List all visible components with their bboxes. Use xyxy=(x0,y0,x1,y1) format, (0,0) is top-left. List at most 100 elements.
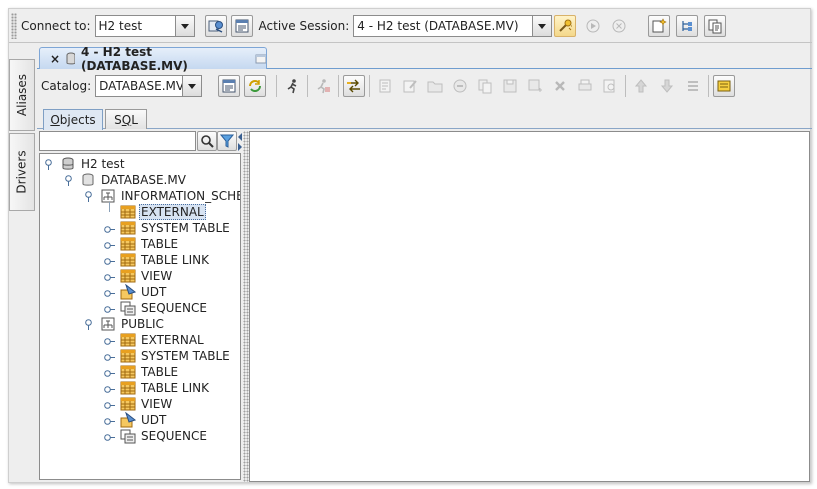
tree-node-object-type[interactable]: UDT xyxy=(120,284,168,300)
tree-node-object-type[interactable]: UDT xyxy=(120,412,168,428)
tree-node-object-type[interactable]: SYSTEM TABLE xyxy=(120,348,232,364)
chevron-down-icon[interactable] xyxy=(182,76,202,96)
commit-mode-button[interactable] xyxy=(343,75,366,97)
tree-collapsed-handle[interactable] xyxy=(104,335,115,345)
tree-node-label: H2 test xyxy=(81,157,125,171)
object-search-input[interactable] xyxy=(39,131,196,151)
tree-node-object-type[interactable]: EXTERNAL xyxy=(120,204,206,220)
cascade-windows-button[interactable] xyxy=(704,14,727,37)
tree-expanded-handle[interactable] xyxy=(64,175,73,186)
open-file-button[interactable] xyxy=(449,75,471,97)
delete-button[interactable] xyxy=(549,75,571,97)
runner-icon xyxy=(287,79,297,94)
print-button[interactable] xyxy=(574,75,596,97)
connect-to-combo[interactable]: H2 test xyxy=(94,14,195,37)
tree-collapsed-handle[interactable] xyxy=(104,223,115,233)
new-window-button[interactable] xyxy=(648,14,671,37)
application-window: Connect to: H2 test Active Session: 4 - … xyxy=(8,8,812,484)
tree-node-object-type[interactable]: VIEW xyxy=(120,268,174,284)
tree-collapsed-handle[interactable] xyxy=(104,271,115,281)
tree-expanded-handle[interactable] xyxy=(84,191,93,202)
udt-icon xyxy=(120,284,136,300)
tree-node-catalog[interactable]: DATABASE.MV xyxy=(80,172,188,188)
udt-icon xyxy=(120,412,136,428)
drivers-side-tab[interactable]: Drivers xyxy=(9,133,35,211)
schema-icon xyxy=(101,189,115,203)
close-circle-icon xyxy=(612,19,626,32)
tree-node-object-type[interactable]: TABLE xyxy=(120,364,180,380)
tree-node-schema[interactable]: INFORMATION_SCHE xyxy=(100,188,240,204)
chevron-down-icon[interactable] xyxy=(174,15,194,36)
session-properties-button[interactable] xyxy=(554,14,577,37)
open-folder-button[interactable] xyxy=(424,75,446,97)
tree-node-object-type[interactable]: TABLE xyxy=(120,236,180,252)
node-icon-wrap xyxy=(60,156,76,172)
detach-tab-icon[interactable] xyxy=(255,53,267,65)
object-tree[interactable]: H2 test DATABASE.MV INFORMATION_SCHE EXTERN… xyxy=(39,153,241,480)
tree-node-object-type[interactable]: EXTERNAL xyxy=(120,332,206,348)
objects-panel: H2 test DATABASE.MV INFORMATION_SCHE EXTERN… xyxy=(37,131,812,484)
folder-icon xyxy=(427,81,443,93)
tree-node-object-type[interactable]: TABLE LINK xyxy=(120,380,211,396)
tree-node-object-type[interactable]: VIEW xyxy=(120,396,174,412)
tree-collapsed-handle[interactable] xyxy=(104,239,115,249)
tree-collapsed-handle[interactable] xyxy=(104,415,115,425)
tree-node-root[interactable]: H2 test xyxy=(60,156,127,172)
close-icon[interactable]: × xyxy=(50,52,60,66)
save-button[interactable] xyxy=(499,75,521,97)
node-icon-wrap xyxy=(100,188,116,204)
find-button[interactable] xyxy=(599,75,621,97)
collapse-right-arrow[interactable] xyxy=(238,141,242,151)
bookmark-button[interactable] xyxy=(713,75,736,97)
move-down-button[interactable] xyxy=(656,75,678,97)
tree-node-label: SYSTEM TABLE xyxy=(141,221,230,235)
collapsed-handle-icon xyxy=(104,226,115,233)
active-session-combo[interactable]: 4 - H2 test (DATABASE.MV) xyxy=(353,14,553,37)
edit-document-button[interactable] xyxy=(399,75,421,97)
node-icon-wrap xyxy=(120,220,136,236)
catalog-combo[interactable]: DATABASE.MV xyxy=(95,75,203,97)
tab-sql[interactable]: SQL xyxy=(105,109,147,129)
new-sql-worksheet-button[interactable] xyxy=(218,75,241,97)
session-tab[interactable]: × 4 - H2 test (DATABASE.MV) xyxy=(39,45,267,73)
tree-collapsed-handle[interactable] xyxy=(104,431,115,441)
close-session-button[interactable] xyxy=(608,15,630,37)
expanded-handle-icon xyxy=(65,175,72,186)
save-as-button[interactable] xyxy=(524,75,546,97)
list-button[interactable] xyxy=(682,75,704,97)
new-document-button[interactable] xyxy=(374,75,396,97)
tree-collapsed-handle[interactable] xyxy=(104,399,115,409)
new-session-button[interactable] xyxy=(230,14,253,37)
chevron-down-icon[interactable] xyxy=(532,15,552,36)
search-button[interactable] xyxy=(197,131,217,151)
tree-node-schema[interactable]: PUBLIC xyxy=(100,316,166,332)
catalog-icon xyxy=(82,173,94,186)
tree-expanded-handle[interactable] xyxy=(84,319,93,330)
filter-button[interactable] xyxy=(217,131,237,151)
edit-icon xyxy=(403,80,417,93)
move-up-button[interactable] xyxy=(630,75,652,97)
run-session-button[interactable] xyxy=(582,15,604,37)
tree-node-object-type[interactable]: TABLE LINK xyxy=(120,252,211,268)
tree-collapsed-handle[interactable] xyxy=(104,351,115,361)
collapse-left-arrow[interactable] xyxy=(238,131,242,141)
tree-collapsed-handle[interactable] xyxy=(104,255,115,265)
tree-node-object-type[interactable]: SEQUENCE xyxy=(120,428,209,444)
tree-collapsed-handle[interactable] xyxy=(104,303,115,313)
run-button[interactable] xyxy=(281,75,303,97)
tree-collapsed-handle[interactable] xyxy=(104,383,115,393)
copy-button[interactable] xyxy=(474,75,496,97)
refresh-button[interactable] xyxy=(244,75,267,97)
tree-expanded-handle[interactable] xyxy=(44,159,53,170)
toolbar-grip[interactable] xyxy=(11,12,17,39)
tile-windows-button[interactable] xyxy=(676,14,699,37)
aliases-side-tab[interactable]: Aliases xyxy=(9,59,35,131)
sequence-icon xyxy=(120,301,136,316)
stop-button[interactable] xyxy=(312,75,334,97)
tree-node-object-type[interactable]: SEQUENCE xyxy=(120,300,209,316)
tab-objects[interactable]: Objects xyxy=(43,109,103,130)
tree-node-object-type[interactable]: SYSTEM TABLE xyxy=(120,220,232,236)
connect-alias-button[interactable] xyxy=(204,14,227,37)
tree-collapsed-handle[interactable] xyxy=(104,367,115,377)
tree-collapsed-handle[interactable] xyxy=(104,287,115,297)
